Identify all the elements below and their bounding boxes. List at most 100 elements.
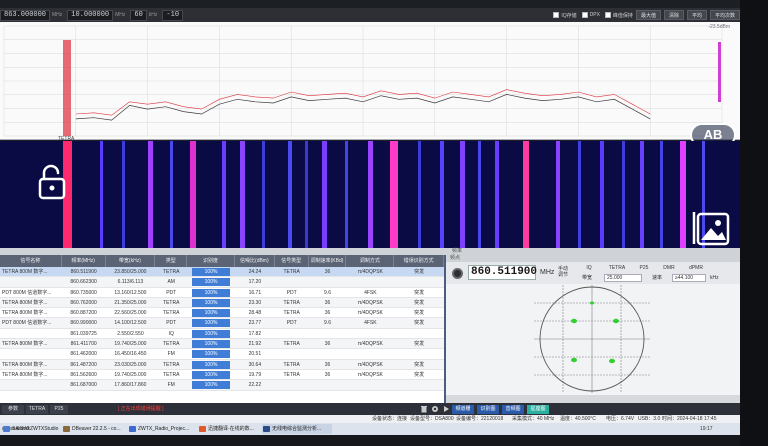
cell-recognition: 100%	[187, 308, 235, 318]
iq-store-checkbox[interactable]: IQ存储	[553, 12, 577, 19]
tab-tetra-bottom[interactable]: TETRA	[26, 405, 48, 414]
taskbar-app-dbeaver[interactable]: DBeaver 22.2.5 - co...	[62, 424, 124, 434]
table-row[interactable]: PDT 800M 信道数字... 860.735000 13.160/12.500 P…	[0, 288, 444, 298]
cell-snr: 16.71	[248, 289, 262, 296]
taskbar-app-translate[interactable]: 迅捷翻译·在线的数...	[198, 424, 258, 434]
cell-freq: 861.039725	[70, 330, 97, 337]
cell-error-mode	[394, 277, 444, 286]
unlock-icon[interactable]	[38, 164, 66, 200]
channel-grid-button[interactable]: 频道栅	[452, 405, 474, 414]
table-row[interactable]: TETRA 800M 数字... 861.411700 19.740/25.000 T…	[0, 339, 444, 350]
delete-icon[interactable]	[420, 405, 428, 413]
waterfall-bar	[345, 141, 348, 248]
cell-error-mode	[394, 349, 444, 358]
waterfall-bar	[578, 141, 581, 248]
average-count-button[interactable]: 平均次数	[709, 10, 740, 20]
frequency-input[interactable]: 860.511900	[468, 265, 537, 280]
spectrum-max-label: -23.5dBm	[708, 24, 730, 30]
col-header-freq[interactable]: 频率(MHz)	[62, 255, 106, 267]
cell-error-mode: 突发	[414, 341, 425, 348]
col-header-error-mode[interactable]: 错误识别方式	[394, 255, 444, 267]
cell-freq: 860.990000	[70, 320, 97, 327]
rbw-input[interactable]: 60	[130, 9, 147, 21]
cell-symbol-rate: 36	[324, 371, 331, 378]
cell-bandwidth: 2.550/2.550	[117, 330, 144, 337]
waterfall-bar	[240, 141, 245, 248]
col-header-type[interactable]: 类型	[155, 255, 188, 267]
image-gallery-icon[interactable]	[692, 208, 732, 248]
constellation-point	[613, 318, 619, 324]
table-row[interactable]: PDT 800M 信道数字... 860.990000 14.100/12.500 P…	[0, 318, 444, 329]
average-button[interactable]: 平均	[686, 10, 707, 20]
taskbar-clock[interactable]: 19:17	[700, 424, 713, 434]
taskbar-app-zwtx[interactable]: ZWTX_Radio_Projec...	[128, 424, 194, 434]
waterfall-bar	[556, 141, 560, 248]
peak-hold-checkbox[interactable]: 峰值保持	[604, 12, 633, 19]
waterfall-bar	[222, 141, 226, 248]
waterfall-bar	[148, 141, 153, 248]
table-row[interactable]: 861.462000 16.450/16.450 FM 100% 20.51	[0, 349, 444, 360]
cell-error-mode: 突发	[414, 269, 425, 275]
recognition-button[interactable]: 识别图	[477, 405, 499, 414]
tab-tetra[interactable]: TETRA	[606, 265, 628, 272]
status-voltage: 电压：6.74V	[606, 416, 635, 422]
cell-modulation	[346, 349, 394, 358]
cell-type: TETRA	[163, 269, 180, 275]
tab-params[interactable]: 参数	[2, 405, 24, 414]
center-freq-input[interactable]: 863.000000	[0, 9, 51, 21]
audio-button[interactable]: 音频图	[502, 405, 524, 414]
col-header-snr[interactable]: 信噪比(dBm)	[235, 255, 275, 267]
table-row[interactable]: 861.687000 17.860/17.860 FM 100% 22.22	[0, 380, 444, 391]
max-button[interactable]: 最大值	[635, 10, 661, 20]
table-row[interactable]: TETRA 800M 数字... 860.511900 23.850/25.000 T…	[0, 267, 444, 278]
cell-signal-type	[275, 277, 309, 286]
tab-dpmr[interactable]: dPMR	[686, 265, 706, 272]
cell-bandwidth: 23.030/25.000	[114, 361, 147, 368]
settings-icon[interactable]	[431, 405, 439, 413]
taskbar-app-saworkz[interactable]: SAWorkZWTXStudio	[2, 424, 58, 434]
col-header-modulation[interactable]: 调制方式	[346, 255, 395, 267]
cell-name	[0, 277, 62, 286]
waterfall-display[interactable]	[0, 141, 740, 248]
col-header-name[interactable]: 信号名称	[0, 255, 62, 267]
rate-input[interactable]: ≥44.100	[672, 274, 706, 282]
constellation-button[interactable]: 星座图	[527, 405, 549, 414]
recognition-bar: 100%	[192, 319, 231, 328]
cell-snr: 17.20	[248, 279, 262, 286]
play-icon[interactable]	[442, 405, 450, 413]
mode-label[interactable]: 手动 调节	[558, 266, 572, 278]
ref-level-input[interactable]: -10	[162, 9, 184, 21]
bandwidth-input[interactable]: 25.000	[604, 274, 642, 282]
col-header-symbol-rate[interactable]: 调制速率(KBd)	[309, 255, 347, 267]
taskbar-app-label: ZWTX_Radio_Projec...	[138, 426, 190, 432]
table-row[interactable]: 861.039725 2.550/2.550 IQ 100% 17.82	[0, 329, 444, 340]
table-row[interactable]: TETRA 800M 数字... 860.762000 21.350/25.000 T…	[0, 297, 444, 309]
bottom-tab-bar: 参数 TETRA P25 [ 正在出现错误提醒 ] 频道栅 识别图 音频图 星座…	[0, 403, 740, 415]
dpx-checkbox[interactable]: DPX	[581, 12, 600, 18]
tab-iq[interactable]: IQ	[582, 265, 596, 272]
clear-button[interactable]: 清除	[663, 10, 684, 20]
center-freq-unit: MHz	[52, 12, 63, 18]
cell-bandwidth: 22.560/25.000	[114, 310, 147, 317]
table-row[interactable]: 860.662300 6.113/6.113 AM 100% 17.20	[0, 277, 444, 288]
cell-symbol-rate	[309, 380, 347, 389]
col-header-recognition[interactable]: 识别度	[187, 255, 235, 267]
cell-error-mode	[394, 380, 444, 389]
bandwidth-label: 带宽	[582, 275, 593, 281]
tab-dmr[interactable]: DMR	[660, 265, 678, 272]
taskbar-app-radio-monitor[interactable]: 无线电综合监测分析...	[262, 424, 332, 434]
col-header-signal-type[interactable]: 信号类型	[275, 255, 309, 267]
spectrum-plot[interactable]: -23.5dBm TETRA	[0, 22, 740, 142]
status-device-state: 设备状态：连接	[372, 416, 408, 422]
span-input[interactable]: 10.000000	[67, 9, 114, 21]
tab-p25-bottom[interactable]: P25	[50, 405, 68, 414]
col-header-bandwidth[interactable]: 带宽(kHz)	[106, 255, 156, 267]
table-row[interactable]: TETRA 800M 数字... 860.887200 22.560/25.000 T…	[0, 308, 444, 319]
record-button[interactable]	[452, 268, 463, 279]
selected-channel-marker[interactable]	[63, 40, 71, 136]
table-row[interactable]: TETRA 800M 数字... 861.562600 19.740/25.000 T…	[0, 370, 444, 381]
tab-p25[interactable]: P25	[636, 265, 652, 272]
cell-error-mode: 突发	[414, 310, 425, 317]
waterfall-bar	[440, 141, 444, 248]
table-row[interactable]: TETRA 800M 数字... 861.487200 23.030/25.000 T…	[0, 359, 444, 370]
